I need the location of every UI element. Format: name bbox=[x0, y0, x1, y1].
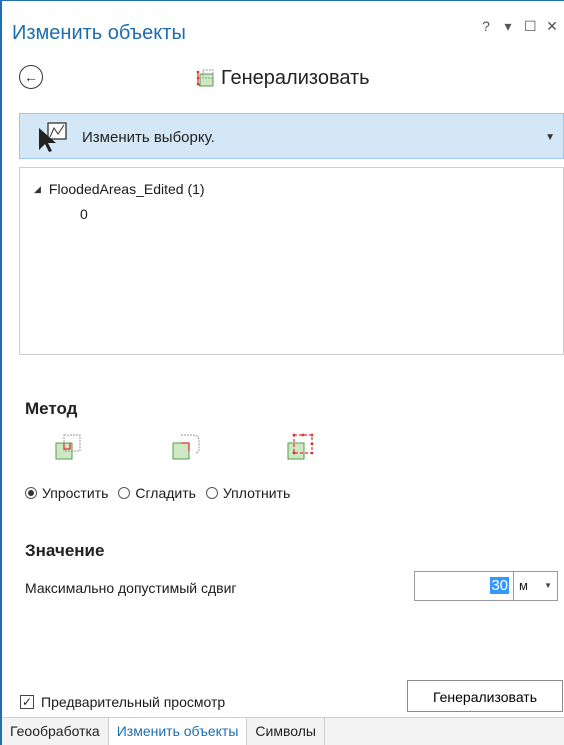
tab-symbology[interactable]: Символы bbox=[247, 718, 325, 745]
method-radio-group: Упростить Сгладить Уплотнить bbox=[25, 485, 290, 501]
pane-title: Изменить объекты bbox=[12, 22, 186, 44]
radio-unchecked-icon[interactable] bbox=[205, 487, 218, 499]
max-offset-value: 30 bbox=[490, 577, 509, 594]
max-offset-label: Максимально допустимый сдвиг bbox=[25, 580, 237, 596]
radio-smooth-label: Сгладить bbox=[135, 485, 196, 501]
tree-feature-item[interactable]: 0 bbox=[80, 206, 88, 222]
radio-unchecked-icon[interactable] bbox=[118, 487, 131, 499]
unit-select[interactable]: м ▼ bbox=[514, 571, 558, 601]
unit-value: м bbox=[519, 578, 528, 593]
collapse-triangle-icon[interactable]: ◢ bbox=[34, 184, 41, 195]
layer-label: FloodedAreas_Edited (1) bbox=[48, 181, 205, 197]
chevron-down-icon: ▼ bbox=[544, 581, 552, 590]
preview-label: Предварительный просмотр bbox=[41, 694, 226, 710]
value-heading: Значение bbox=[25, 541, 105, 560]
modify-features-pane: Изменить объекты ? ▾ ☐ ✕ ← Генерализоват… bbox=[0, 0, 564, 745]
radio-simplify-label: Упростить bbox=[42, 485, 109, 501]
preview-checkbox[interactable]: ✓ Предварительный просмотр bbox=[20, 694, 225, 710]
selection-tree[interactable]: ◢ FloodedAreas_Edited (1) 0 bbox=[19, 167, 564, 355]
back-arrow-icon[interactable]: ← bbox=[19, 65, 43, 89]
densify-icon[interactable] bbox=[284, 431, 318, 465]
checkbox-checked-icon[interactable]: ✓ bbox=[20, 695, 34, 709]
simplify-icon[interactable] bbox=[52, 431, 86, 465]
close-icon[interactable]: ✕ bbox=[546, 18, 558, 35]
change-selection-dropdown[interactable]: Изменить выборку. ▼ bbox=[19, 113, 564, 159]
chevron-down-icon: ▼ bbox=[545, 132, 555, 143]
smooth-icon[interactable] bbox=[169, 431, 203, 465]
tool-title: Генерализовать bbox=[221, 67, 370, 89]
radio-densify-label: Уплотнить bbox=[222, 485, 291, 501]
radio-simplify[interactable]: Упростить bbox=[25, 485, 108, 501]
radio-smooth[interactable]: Сгладить bbox=[118, 485, 196, 501]
tab-modify-features[interactable]: Изменить объекты bbox=[108, 718, 248, 745]
tool-header: Генерализовать bbox=[195, 67, 370, 90]
generalize-button[interactable]: Генерализовать bbox=[407, 680, 563, 712]
method-heading: Метод bbox=[25, 399, 78, 418]
change-selection-label: Изменить выборку. bbox=[82, 129, 215, 146]
generalize-icon bbox=[196, 69, 214, 86]
radio-densify[interactable]: Уплотнить bbox=[205, 485, 291, 501]
help-icon[interactable]: ? bbox=[480, 18, 492, 35]
tab-geoprocessing[interactable]: Геообработка bbox=[2, 718, 109, 745]
radio-checked-icon[interactable] bbox=[25, 487, 37, 499]
window-controls: ? ▾ ☐ ✕ bbox=[480, 18, 558, 35]
max-offset-input[interactable]: 30 bbox=[414, 571, 514, 601]
select-features-icon bbox=[39, 122, 67, 152]
pane-tabs: Геообработка Изменить объекты Символы bbox=[2, 717, 564, 745]
options-dropdown-icon[interactable]: ▾ bbox=[502, 18, 514, 35]
tree-layer-node[interactable]: ◢ FloodedAreas_Edited (1) bbox=[34, 181, 205, 197]
pane-titlebar: Изменить объекты ? ▾ ☐ ✕ bbox=[2, 1, 564, 44]
maximize-icon[interactable]: ☐ bbox=[524, 18, 537, 35]
